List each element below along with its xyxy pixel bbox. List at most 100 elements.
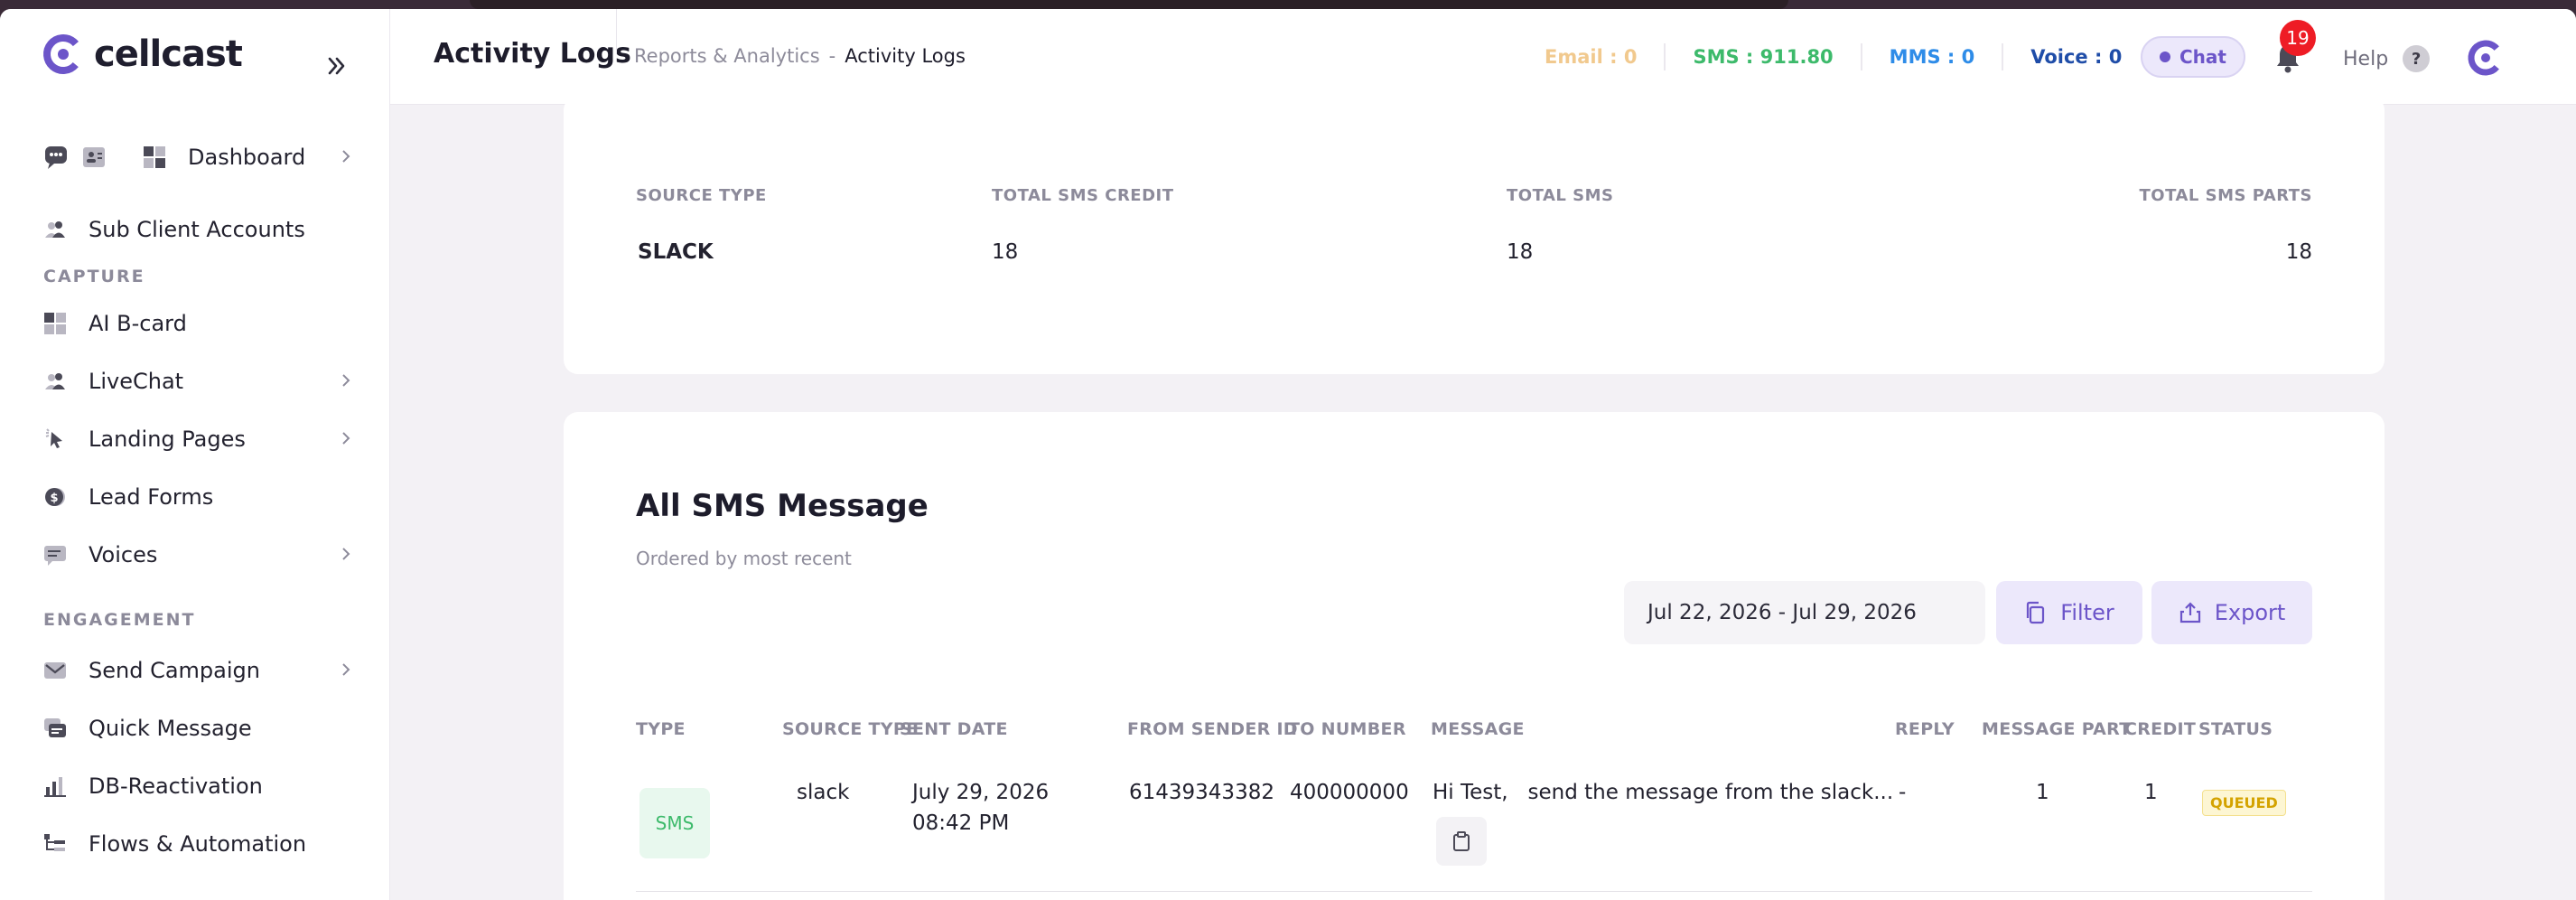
sms-balance-value: 911.80 <box>1759 46 1834 68</box>
email-balance-label: Email : <box>1545 46 1618 68</box>
credit-balances: Email : 0 SMS : 911.80 MMS : 0 Voice : 0 <box>1545 43 2149 70</box>
chat-bubble-icon[interactable] <box>43 144 70 171</box>
sidebar-item-livechat[interactable]: LiveChat <box>0 352 390 410</box>
browser-top-strip <box>470 0 1788 9</box>
sidebar-item-label: Lead Forms <box>89 484 214 510</box>
sidebar-item-voices[interactable]: Voices <box>0 526 390 584</box>
voice-balance-value: 0 <box>2108 46 2123 68</box>
user-avatar-icon[interactable] <box>2464 36 2507 80</box>
cell-source-type: slack <box>797 781 850 804</box>
cell-credit: 1 <box>2144 781 2158 804</box>
date-range-picker[interactable]: Jul 22, 2026 - Jul 29, 2026 <box>1624 581 1985 644</box>
sms-messages-card: All SMS Message Ordered by most recent J… <box>564 412 2385 900</box>
sidebar-item-lead-forms[interactable]: $ Lead Forms <box>0 468 390 526</box>
voice-balance-label: Voice : <box>2030 46 2103 68</box>
chat-button-label: Chat <box>2179 46 2226 68</box>
sidebar-nav: Dashboard Sub Client Accounts CAPTURE AI… <box>0 125 390 873</box>
message-lines-icon <box>43 543 67 567</box>
sidebar-item-landing-pages[interactable]: Landing Pages <box>0 410 390 468</box>
contact-card-icon[interactable] <box>81 145 107 170</box>
col-total-sms-parts: TOTAL SMS PARTS <box>2139 186 2312 205</box>
chevron-right-icon <box>342 432 350 445</box>
section-capture: CAPTURE <box>43 267 145 286</box>
collapse-sidebar-button[interactable] <box>322 51 352 81</box>
page-title: Activity Logs <box>434 38 631 70</box>
th-from-sender-id[interactable]: FROM SENDER ID <box>1127 719 1298 739</box>
app-window: cellcast Dashboard Sub Client Accounts C… <box>0 9 2576 900</box>
th-credit[interactable]: CREDIT <box>2124 719 2196 739</box>
chevron-right-icon <box>342 374 350 387</box>
sidebar-item-dashboard[interactable]: Dashboard <box>0 125 390 190</box>
sidebar-item-label: Sub Client Accounts <box>89 217 305 242</box>
notification-count-badge: 19 <box>2280 20 2316 56</box>
th-type[interactable]: TYPE <box>636 719 686 739</box>
summary-total-sms: 18 <box>1507 240 1534 264</box>
email-balance[interactable]: Email : 0 <box>1545 43 1666 70</box>
sidebar-item-label: Quick Message <box>89 716 252 741</box>
th-sent-date[interactable]: SENT DATE <box>900 719 1008 739</box>
mms-balance-label: MMS : <box>1889 46 1955 68</box>
col-total-sms-credit: TOTAL SMS CREDIT <box>992 186 1174 205</box>
export-button[interactable]: Export <box>2151 581 2312 644</box>
sidebar-item-flows-automation[interactable]: Flows & Automation <box>0 815 390 873</box>
status-badge: QUEUED <box>2202 790 2286 816</box>
sidebar-item-label: Flows & Automation <box>89 831 307 857</box>
th-message[interactable]: MESSAGE <box>1431 719 1525 739</box>
type-badge: SMS <box>639 788 710 858</box>
sidebar: cellcast Dashboard Sub Client Accounts C… <box>0 9 390 900</box>
copy-message-button[interactable] <box>1436 817 1487 866</box>
clipboard-icon <box>1453 831 1470 851</box>
breadcrumb-parent-link[interactable]: Reports & Analytics <box>634 45 820 67</box>
mms-balance[interactable]: MMS : 0 <box>1862 43 2004 70</box>
th-status[interactable]: STATUS <box>2198 719 2273 739</box>
th-to-number[interactable]: TO NUMBER <box>1288 719 1406 739</box>
th-source-type[interactable]: SOURCE TYPE <box>782 719 918 739</box>
sidebar-item-ai-bcard[interactable]: AI B-card <box>0 295 390 352</box>
sidebar-item-send-campaign[interactable]: Send Campaign <box>0 642 390 699</box>
top-header: Activity Logs Reports & Analytics - Acti… <box>390 9 2576 105</box>
sent-time: 08:42 PM <box>912 811 1010 835</box>
envelope-icon <box>43 659 67 682</box>
filter-button[interactable]: Filter <box>1996 581 2142 644</box>
th-message-part[interactable]: MESSAGE PART <box>1982 719 2132 739</box>
sms-balance[interactable]: SMS : 911.80 <box>1666 43 1862 70</box>
chat-button[interactable]: Chat <box>2141 36 2245 78</box>
breadcrumb-current: Activity Logs <box>845 45 966 67</box>
upload-export-icon <box>2179 602 2200 623</box>
summary-card: SOURCE TYPE TOTAL SMS CREDIT TOTAL SMS T… <box>564 96 2385 374</box>
sidebar-item-quick-message[interactable]: Quick Message <box>0 699 390 757</box>
email-balance-value: 0 <box>1623 46 1638 68</box>
help-link[interactable]: Help ? <box>2343 45 2431 72</box>
sidebar-item-db-reactivation[interactable]: DB-Reactivation <box>0 757 390 815</box>
summary-total-parts: 18 <box>2285 240 2312 264</box>
breadcrumb: Reports & Analytics - Activity Logs <box>634 45 966 67</box>
sidebar-item-label: Send Campaign <box>89 658 260 683</box>
sidebar-item-label: DB-Reactivation <box>89 773 263 799</box>
sms-balance-label: SMS : <box>1693 46 1754 68</box>
summary-source-type: SLACK <box>638 240 714 264</box>
flow-tree-icon <box>43 832 67 856</box>
copy-filter-icon <box>2027 601 2045 624</box>
header-divider <box>616 9 617 54</box>
breadcrumb-separator: - <box>828 45 836 67</box>
section-title: All SMS Message <box>636 488 929 524</box>
bar-chart-icon <box>43 774 67 798</box>
cell-sent-date: July 29, 2026 08:42 PM <box>912 777 1049 839</box>
online-dot-icon <box>2160 52 2170 62</box>
summary-total-credit: 18 <box>992 240 1019 264</box>
sidebar-item-label: Dashboard <box>188 145 306 170</box>
sidebar-item-sub-client-accounts[interactable]: Sub Client Accounts <box>0 201 390 258</box>
grid-icon <box>43 312 67 335</box>
th-reply[interactable]: REPLY <box>1895 719 1955 739</box>
cell-to-number: 400000000 <box>1290 781 1409 804</box>
logo[interactable]: cellcast <box>42 33 243 76</box>
help-label: Help <box>2343 47 2389 70</box>
help-question-icon: ? <box>2403 45 2431 72</box>
voice-balance[interactable]: Voice : 0 <box>2003 43 2149 70</box>
users-icon <box>43 218 67 241</box>
chevron-right-icon <box>342 150 350 163</box>
chevron-right-icon <box>342 663 350 676</box>
svg-text:$: $ <box>50 492 58 505</box>
